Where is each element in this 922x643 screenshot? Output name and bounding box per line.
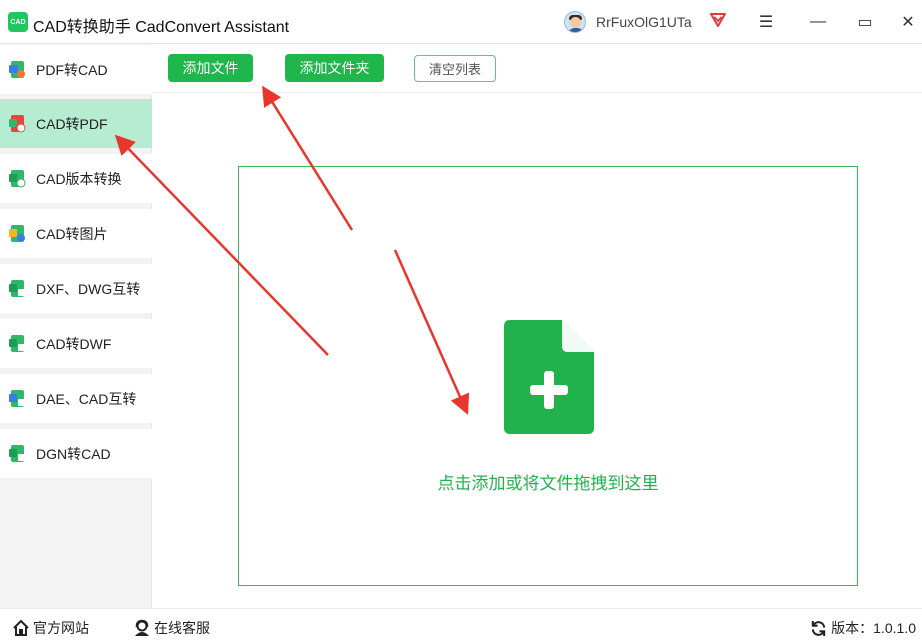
sidebar-item-cad-to-image[interactable]: CAD转图片 — [0, 209, 152, 258]
toolbar: 添加文件 添加文件夹 清空列表 — [153, 44, 922, 93]
cad-to-dwf-icon — [9, 334, 25, 352]
vip-diamond-icon[interactable] — [709, 12, 727, 28]
home-icon — [13, 619, 29, 636]
sidebar-item-dae-cad[interactable]: DAE、CAD互转 — [0, 374, 152, 423]
version-label: 版本：1.0.1.0 — [831, 620, 916, 636]
pdf-to-cad-icon — [9, 60, 25, 78]
window-title: CAD转换助手 CadConvert Assistant — [33, 19, 290, 36]
drop-hint-text: 点击添加或将文件拖拽到这里 — [437, 474, 659, 493]
maximize-button[interactable]: ▭ — [853, 10, 877, 34]
customer-service-icon — [135, 619, 149, 636]
sidebar-item-label: DXF、DWG互转 — [36, 280, 141, 297]
sidebar-item-dgn-to-cad[interactable]: DGN转CAD — [0, 429, 152, 478]
sidebar-item-label: DGN转CAD — [36, 445, 111, 462]
sidebar-item-cad-version[interactable]: CAD版本转换 — [0, 154, 152, 203]
online-support-label: 在线客服 — [154, 620, 210, 636]
official-site-label: 官方网站 — [33, 620, 89, 636]
sidebar-item-label: DAE、CAD互转 — [36, 390, 137, 407]
online-support-link[interactable]: 在线客服 — [133, 618, 210, 638]
sidebar-item-cad-to-dwf[interactable]: CAD转DWF — [0, 319, 152, 368]
minimize-button[interactable]: — — [806, 10, 830, 34]
sidebar-item-dxf-dwg[interactable]: DXF、DWG互转 — [0, 264, 152, 313]
official-site-link[interactable]: 官方网站 — [12, 618, 89, 638]
menu-icon[interactable]: ☰ — [754, 10, 778, 34]
title-bar: CAD CAD转换助手 CadConvert Assistant RrFuxOl… — [0, 0, 922, 44]
sidebar-item-label: CAD转图片 — [36, 225, 108, 242]
user-avatar[interactable] — [564, 11, 586, 33]
file-drop-zone[interactable]: 点击添加或将文件拖拽到这里 — [238, 166, 858, 586]
cad-version-icon — [9, 169, 26, 187]
sidebar-item-pdf-to-cad[interactable]: PDF转CAD — [0, 45, 152, 94]
sidebar-item-label: CAD转DWF — [36, 335, 112, 352]
version-info[interactable]: 版本：1.0.1.0 — [810, 618, 916, 638]
add-file-icon — [504, 320, 594, 434]
sidebar-item-label: CAD转PDF — [36, 115, 108, 132]
status-bar: 官方网站 在线客服 版本：1.0.1.0 — [0, 608, 922, 643]
sidebar-item-label: PDF转CAD — [36, 61, 108, 78]
username-label[interactable]: RrFuxOlG1UTa — [596, 14, 692, 30]
close-button[interactable]: ✕ — [896, 10, 920, 34]
dgn-to-cad-icon — [9, 444, 25, 462]
refresh-icon — [811, 620, 826, 636]
clear-list-button[interactable]: 清空列表 — [414, 55, 496, 82]
dxf-dwg-icon — [9, 279, 25, 297]
dae-cad-icon — [9, 389, 25, 407]
sidebar-item-cad-to-pdf[interactable]: CAD转PDF — [0, 99, 152, 148]
sidebar: PDF转CAD CAD转PDF CAD版本转换 CAD转图片 DXF、DWG互转… — [0, 44, 152, 608]
sidebar-item-label: CAD版本转换 — [36, 170, 122, 187]
cad-to-image-icon — [9, 224, 25, 242]
cad-to-pdf-icon — [9, 114, 26, 132]
app-logo-icon: CAD — [8, 12, 28, 32]
add-folder-button[interactable]: 添加文件夹 — [285, 54, 384, 82]
add-file-button[interactable]: 添加文件 — [168, 54, 253, 82]
